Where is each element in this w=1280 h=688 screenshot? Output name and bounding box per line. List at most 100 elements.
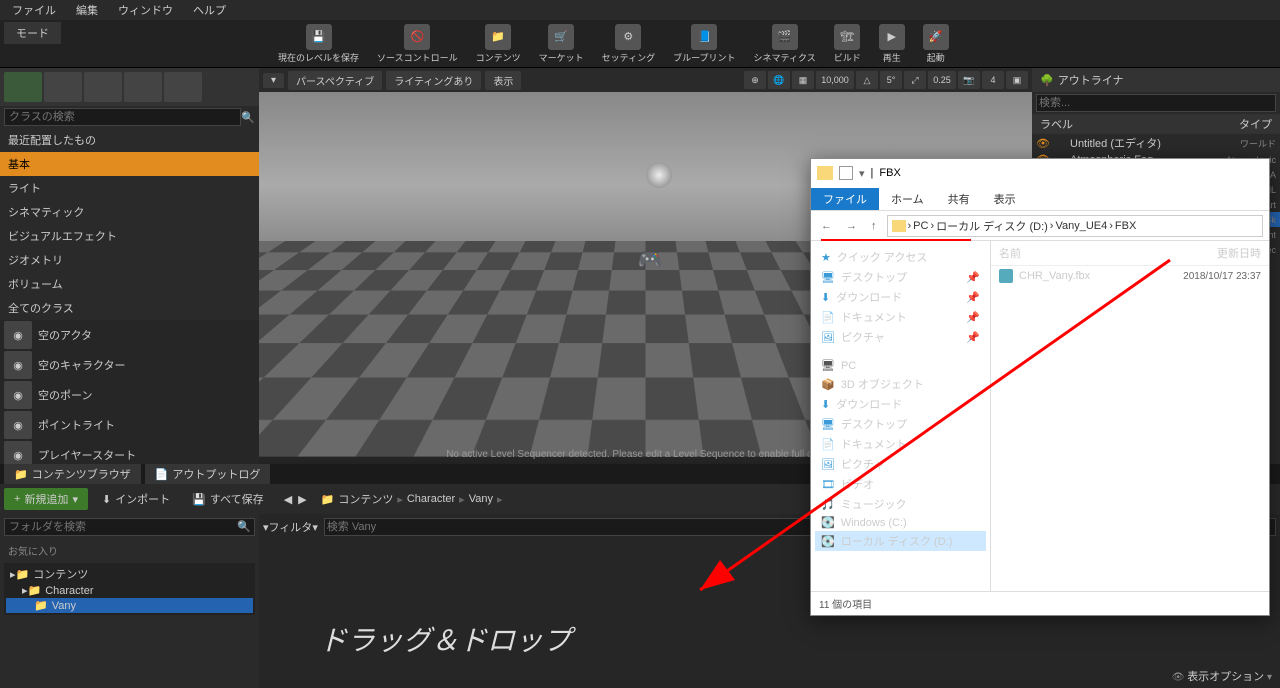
- filter-button[interactable]: ▾フィルタ▾: [263, 519, 318, 535]
- surface-snap-icon[interactable]: ▦: [792, 71, 814, 89]
- actor-item[interactable]: ◉プレイヤースタート: [0, 440, 259, 464]
- actor-item[interactable]: ◉ポイントライト: [0, 410, 259, 440]
- nav-music[interactable]: 🎵ミュージック: [815, 494, 986, 514]
- output-log-tab[interactable]: 📄アウトプットログ: [145, 464, 271, 484]
- menu-window[interactable]: ウィンドウ: [110, 0, 181, 20]
- favorites-label[interactable]: お気に入り: [0, 540, 259, 561]
- paint-mode-icon[interactable]: [44, 72, 82, 102]
- show-button[interactable]: 表示: [485, 71, 521, 90]
- checkbox-icon[interactable]: [839, 166, 853, 180]
- source-control-button[interactable]: 🚫ソースコントロール: [369, 22, 466, 66]
- camera-speed-value[interactable]: 4: [982, 71, 1004, 89]
- menu-help[interactable]: ヘルプ: [185, 0, 234, 20]
- cat-volume[interactable]: ボリューム: [0, 272, 259, 296]
- sphere-actor[interactable]: [646, 162, 672, 188]
- content-button[interactable]: 📁コンテンツ: [468, 22, 529, 66]
- nav-pictures2[interactable]: 🖼ピクチャ: [815, 454, 986, 474]
- outliner-col-label[interactable]: ラベル: [1040, 116, 1239, 132]
- tree-character[interactable]: ▸📁Character: [6, 583, 253, 598]
- view-options[interactable]: 👁 表示オプション ▾: [1172, 668, 1272, 684]
- actor-item[interactable]: ◉空のポーン: [0, 380, 259, 410]
- place-mode-icon[interactable]: [4, 72, 42, 102]
- outliner-row[interactable]: 👁Untitled (エディタ)ワールド: [1032, 134, 1280, 152]
- nav-pictures[interactable]: 🖼ピクチャ📌: [815, 327, 986, 347]
- tree-content[interactable]: ▸📁コンテンツ: [6, 565, 253, 583]
- content-browser-tab[interactable]: 📁コンテンツブラウザ: [4, 464, 141, 484]
- cat-all[interactable]: 全てのクラス: [0, 296, 259, 320]
- grid-snap-value[interactable]: 10,000: [816, 71, 854, 89]
- outliner-col-type[interactable]: タイプ: [1239, 116, 1272, 132]
- save-all-button[interactable]: 💾すべて保存: [184, 488, 272, 510]
- nav-desktop[interactable]: 🖥デスクトップ📌: [815, 267, 986, 287]
- eye-icon[interactable]: 👁: [1036, 137, 1050, 150]
- cat-basic[interactable]: 基本: [0, 152, 259, 176]
- foliage-mode-icon[interactable]: [124, 72, 162, 102]
- save-level-button[interactable]: 💾現在のレベルを保存: [270, 22, 367, 66]
- ribbon-home[interactable]: ホーム: [879, 188, 936, 210]
- blueprint-button[interactable]: 📘ブループリント: [665, 22, 743, 66]
- cat-geometry[interactable]: ジオメトリ: [0, 248, 259, 272]
- nav-pc[interactable]: 🖥PC: [815, 357, 986, 374]
- nav-documents2[interactable]: 📄ドキュメント: [815, 434, 986, 454]
- nav-videos[interactable]: 🎞ビデオ: [815, 474, 986, 494]
- geometry-mode-icon[interactable]: [164, 72, 202, 102]
- angle-snap-value[interactable]: 5°: [880, 71, 902, 89]
- cat-light[interactable]: ライト: [0, 176, 259, 200]
- col-name[interactable]: 名前: [999, 245, 1217, 261]
- lit-mode-button[interactable]: ライティングあり: [386, 71, 481, 90]
- nav-downloads[interactable]: ⬇ダウンロード📌: [815, 287, 986, 307]
- nav-quick-access[interactable]: ★クイック アクセス: [815, 247, 986, 267]
- perspective-button[interactable]: パースペクティブ: [288, 71, 382, 90]
- build-button[interactable]: 🏗ビルド: [826, 22, 869, 66]
- cat-vfx[interactable]: ビジュアルエフェクト: [0, 224, 259, 248]
- play-button[interactable]: ▶再生: [871, 22, 913, 66]
- col-date[interactable]: 更新日時: [1217, 245, 1261, 261]
- scale-snap-value[interactable]: 0.25: [928, 71, 956, 89]
- nav-3d-objects[interactable]: 📦3D オブジェクト: [815, 374, 986, 394]
- address-path[interactable]: ›PC ›ローカル ディスク (D:) ›Vany_UE4 ›FBX: [887, 215, 1264, 237]
- nav-d-drive[interactable]: 💽ローカル ディスク (D:): [815, 531, 986, 551]
- nav-downloads2[interactable]: ⬇ダウンロード: [815, 394, 986, 414]
- ribbon-file[interactable]: ファイル: [811, 188, 879, 210]
- bc-vany[interactable]: Vany: [469, 493, 493, 505]
- explorer-titlebar[interactable]: ▾ | FBX: [811, 159, 1269, 187]
- nav-desktop2[interactable]: 🖥デスクトップ: [815, 414, 986, 434]
- bc-content[interactable]: コンテンツ: [338, 491, 393, 507]
- maximize-viewport-icon[interactable]: ▣: [1006, 71, 1028, 89]
- camera-speed-icon[interactable]: 📷: [958, 71, 980, 89]
- landscape-mode-icon[interactable]: [84, 72, 122, 102]
- folder-search-input[interactable]: [4, 518, 255, 536]
- nav-documents[interactable]: 📄ドキュメント📌: [815, 307, 986, 327]
- angle-snap-icon[interactable]: △: [856, 71, 878, 89]
- bc-character[interactable]: Character: [407, 493, 455, 505]
- add-new-button[interactable]: +新規追加▾: [4, 488, 88, 510]
- ribbon-view[interactable]: 表示: [982, 188, 1028, 210]
- ribbon-share[interactable]: 共有: [936, 188, 982, 210]
- player-start-actor[interactable]: 🎮: [638, 247, 663, 272]
- actor-item[interactable]: ◉空のアクタ: [0, 320, 259, 350]
- scale-snap-icon[interactable]: ⤢: [904, 71, 926, 89]
- cat-recent[interactable]: 最近配置したもの: [0, 128, 259, 152]
- nav-up-icon[interactable]: ↑: [867, 220, 881, 232]
- chevron-down-icon[interactable]: ▾: [859, 167, 865, 180]
- coord-space-icon[interactable]: 🌐: [768, 71, 790, 89]
- file-row[interactable]: CHR_Vany.fbx 2018/10/17 23:37: [991, 266, 1269, 286]
- nav-back-icon[interactable]: ←: [817, 220, 836, 232]
- nav-back-icon[interactable]: ◀: [284, 493, 292, 506]
- nav-fwd-icon[interactable]: ▶: [298, 493, 306, 506]
- nav-c-drive[interactable]: 💽Windows (C:): [815, 514, 986, 531]
- menu-edit[interactable]: 編集: [68, 0, 106, 20]
- transform-gizmo-icon[interactable]: ⊕: [744, 71, 766, 89]
- file-explorer-window[interactable]: ▾ | FBX ファイル ホーム 共有 表示 ← → ↑ ›PC ›ローカル デ…: [810, 158, 1270, 616]
- menu-file[interactable]: ファイル: [4, 0, 64, 20]
- import-button[interactable]: ⬇インポート: [94, 488, 178, 510]
- marketplace-button[interactable]: 🛒マーケット: [531, 22, 592, 66]
- cat-cinematic[interactable]: シネマティック: [0, 200, 259, 224]
- settings-button[interactable]: ⚙セッティング: [594, 22, 663, 66]
- viewport-menu-icon[interactable]: ▾: [263, 73, 284, 88]
- tree-vany[interactable]: 📁Vany: [6, 598, 253, 613]
- outliner-search-input[interactable]: [1036, 94, 1276, 112]
- actor-item[interactable]: ◉空のキャラクター: [0, 350, 259, 380]
- mode-panel-tab[interactable]: モード: [4, 22, 61, 44]
- class-search-input[interactable]: [4, 108, 241, 126]
